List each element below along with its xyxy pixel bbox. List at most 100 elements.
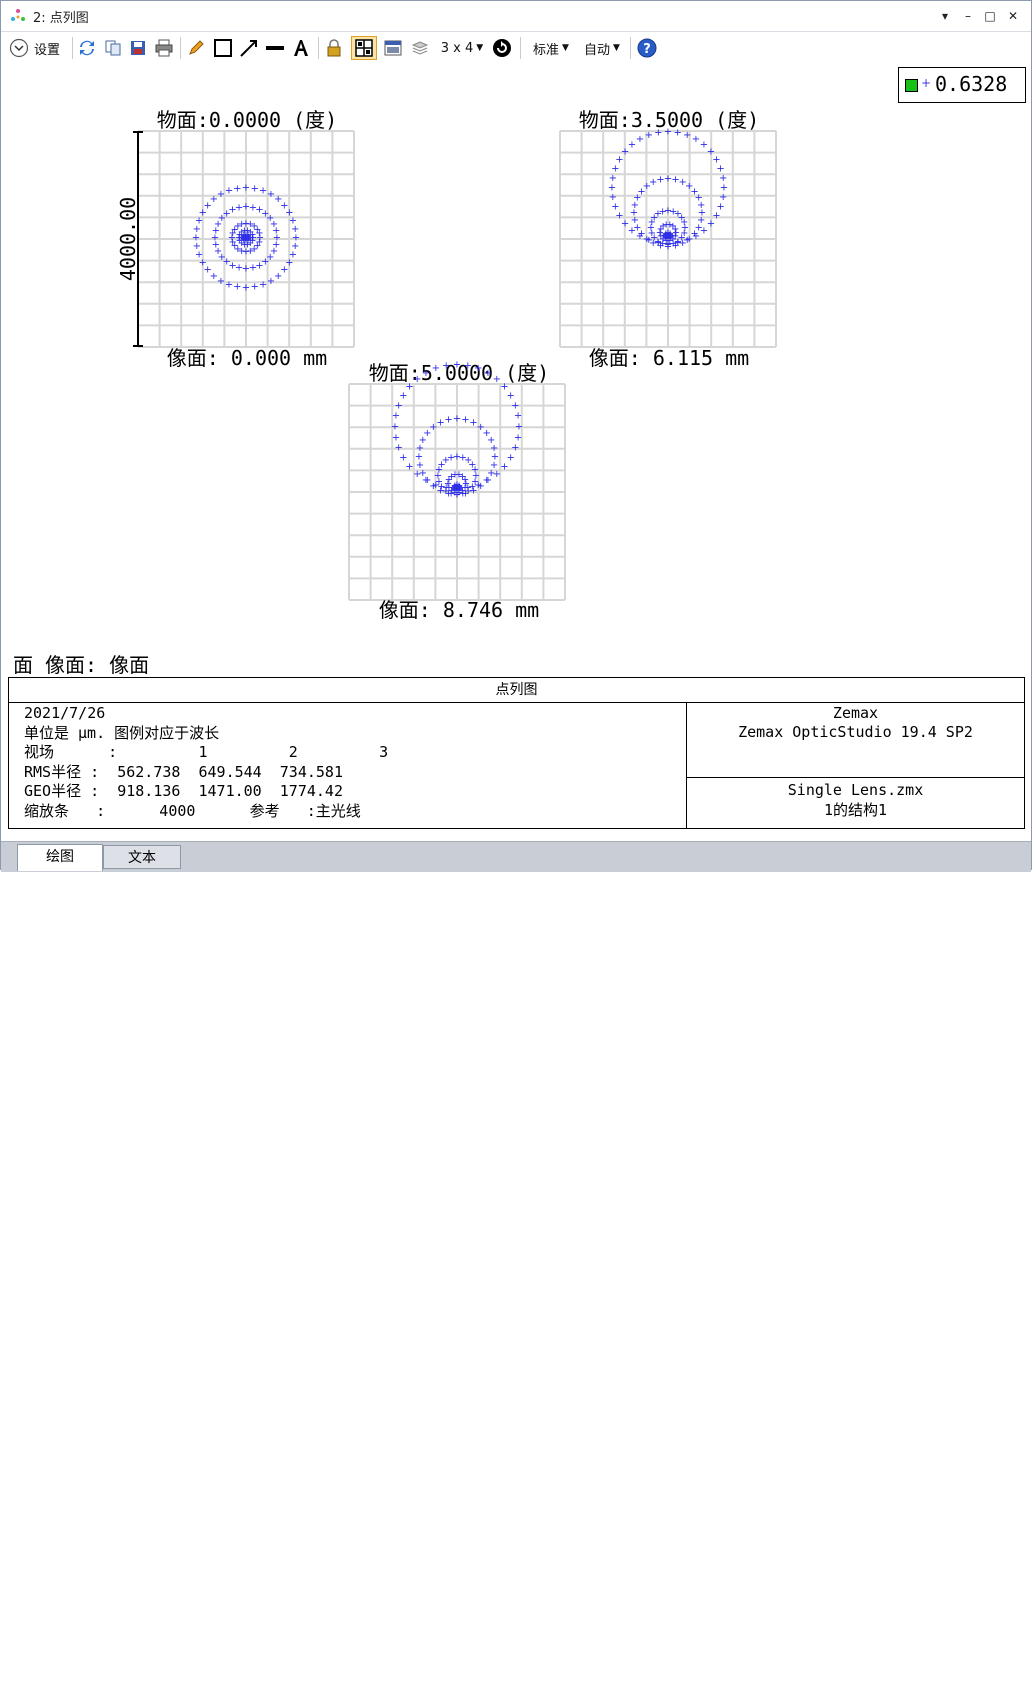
info-company: Zemax (832, 704, 879, 722)
info-details: 2021/7/26 单位是 μm. 图例对应于波长 视场 : 1 2 3 RMS半径 … (24, 704, 388, 821)
ray-spot-mark: + (609, 192, 617, 203)
ray-spot-mark: + (493, 469, 501, 480)
info-rms-radius: RMS半径 : 562.738 649.544 734.581 (24, 762, 343, 781)
image-height-label: 像面: 0.000 mm (167, 346, 327, 370)
ray-spot-mark: + (484, 368, 492, 379)
ray-spot-mark: + (255, 228, 263, 239)
ray-spot-mark: + (233, 183, 241, 194)
ray-spot-mark: + (413, 469, 421, 480)
ray-spot-mark: + (674, 127, 682, 138)
info-table: 点列图 2021/7/26 单位是 μm. 图例对应于波长 视场 : 1 2 3 RM… (8, 677, 1025, 829)
ray-spot-mark: + (250, 183, 258, 194)
ray-spot-mark: + (259, 279, 267, 290)
ray-spot-mark: + (464, 483, 472, 494)
ray-spot-mark: + (395, 443, 403, 454)
watermark: https://blog.csdn.net/Carifee (821, 1685, 1021, 1701)
info-units: 单位是 μm. 图例对应于波长 (24, 723, 220, 742)
ray-spot-mark: + (515, 422, 523, 433)
surface-label: 面 像面: 像面 (13, 653, 150, 677)
ray-spot-mark: + (442, 483, 450, 494)
ray-spot-mark: + (244, 234, 252, 245)
spot-diagram-plot: 物面:0.0000 (度) 像面: 0.000 mm +++++++++++++… (116, 108, 777, 622)
ray-spot-mark: + (432, 363, 440, 374)
ray-spot-mark: + (291, 224, 299, 235)
ray-spot-mark: + (464, 360, 472, 371)
info-table-title: 点列图 (9, 678, 1024, 703)
maximize-button[interactable]: □ (981, 7, 999, 25)
ray-spot-mark: + (391, 422, 399, 433)
info-product: Zemax OpticStudio 19.4 SP2 (738, 723, 973, 741)
ray-spot-mark: + (645, 235, 653, 246)
ray-spot-mark: + (455, 484, 463, 495)
ray-spot-mark: + (609, 173, 617, 184)
ray-spot-mark: + (267, 276, 275, 287)
ray-spot-mark: + (500, 461, 508, 472)
dropdown-arrow-button[interactable]: ▾ (936, 7, 954, 25)
ray-spot-mark: + (611, 202, 619, 213)
ray-spot-mark: + (242, 283, 250, 294)
ray-spot-mark: + (453, 414, 461, 425)
ray-spot-mark: + (608, 183, 616, 194)
field-panel-2: 物面:3.5000 (度) 像面: 6.115 mm +++++++++++++… (559, 108, 777, 370)
image-height-label: 像面: 8.746 mm (379, 598, 539, 622)
ray-spot-mark: + (422, 475, 430, 486)
field-panel-1: 物面:0.0000 (度) 像面: 0.000 mm +++++++++++++… (137, 108, 355, 370)
ray-spot-mark: + (272, 226, 280, 237)
info-file: Single Lens.zmx (787, 781, 924, 799)
ray-spot-mark: + (636, 134, 644, 145)
ray-spot-mark: + (225, 279, 233, 290)
ray-spot-mark: + (217, 276, 225, 287)
image-height-label: 像面: 6.115 mm (589, 346, 749, 370)
ray-spot-mark: + (484, 475, 492, 486)
ray-spot-mark: + (399, 453, 407, 464)
info-date: 2021/7/26 (24, 704, 106, 722)
ray-spot-mark: + (680, 217, 688, 228)
ray-spot-mark: + (490, 443, 498, 454)
ray-spot-mark: + (683, 130, 691, 141)
close-button[interactable]: ✕ (1004, 7, 1022, 25)
ray-spot-mark: + (471, 465, 479, 476)
info-config: 1的结构1 (823, 801, 888, 819)
tab-bar: 绘图 文本 https://blog.csdn.net/Carifee (1, 841, 1031, 1701)
field-panel-3: 物面:5.0000 (度) 像面: 8.746 mm +++++++++++++… (348, 360, 566, 622)
tab-text[interactable]: 文本 (103, 845, 181, 869)
scale-bar: 4000.00 (116, 131, 143, 347)
ray-spot-mark: + (432, 480, 440, 491)
ray-spot-mark: + (392, 432, 400, 443)
info-geo-radius: GEO半径 : 918.136 1471.00 1774.42 (24, 782, 343, 800)
ray-spot-mark: + (395, 400, 403, 411)
ray-spot-mark: + (692, 231, 700, 242)
ray-spot-mark: + (442, 360, 450, 371)
spot-diagram-app-icon (11, 9, 25, 21)
ray-spot-mark: + (453, 360, 461, 371)
ray-spot-mark: + (514, 432, 522, 443)
ray-spot-mark: + (697, 200, 705, 211)
ray-spot-mark: + (645, 130, 653, 141)
ray-spot-mark: + (392, 411, 400, 422)
ray-spot-mark: + (444, 414, 452, 425)
ray-spot-mark: + (666, 232, 674, 243)
ray-spot-mark: + (514, 411, 522, 422)
ray-spot-mark: + (474, 363, 482, 374)
ray-spot-mark: + (242, 183, 250, 194)
ray-spot-mark: + (422, 368, 430, 379)
object-field-label: 物面:0.0000 (度) (157, 108, 337, 132)
window-title: 2: 点列图 (33, 11, 89, 26)
ray-spot-mark: + (250, 282, 258, 293)
ray-spot-mark: + (511, 400, 519, 411)
ray-spot-mark: + (683, 235, 691, 246)
title-bar: 2: 点列图 ▾ – □ ✕ (1, 1, 1031, 32)
scale-bar-label: 4000.00 (116, 197, 140, 281)
ray-spot-mark: + (700, 225, 708, 236)
minimize-button[interactable]: – (959, 7, 977, 25)
info-scale-reference: 缩放条 : 4000 参考 :主光线 (24, 801, 361, 820)
ray-spot-mark: + (225, 186, 233, 197)
ray-spot-mark: + (636, 231, 644, 242)
spot-diagram-window: 2: 点列图 ▾ – □ ✕ 设置 3 x 4 ▼ 标准 ▼ 自动 ▼ ? + … (0, 0, 1032, 1701)
ray-spot-mark: + (654, 127, 662, 138)
ray-spot-mark: + (674, 238, 682, 249)
info-company-block: Zemax Zemax OpticStudio 19.4 SP2 (687, 704, 1024, 742)
ray-spot-mark: + (719, 173, 727, 184)
tab-plot[interactable]: 绘图 (17, 844, 103, 871)
ray-spot-mark: + (413, 374, 421, 385)
